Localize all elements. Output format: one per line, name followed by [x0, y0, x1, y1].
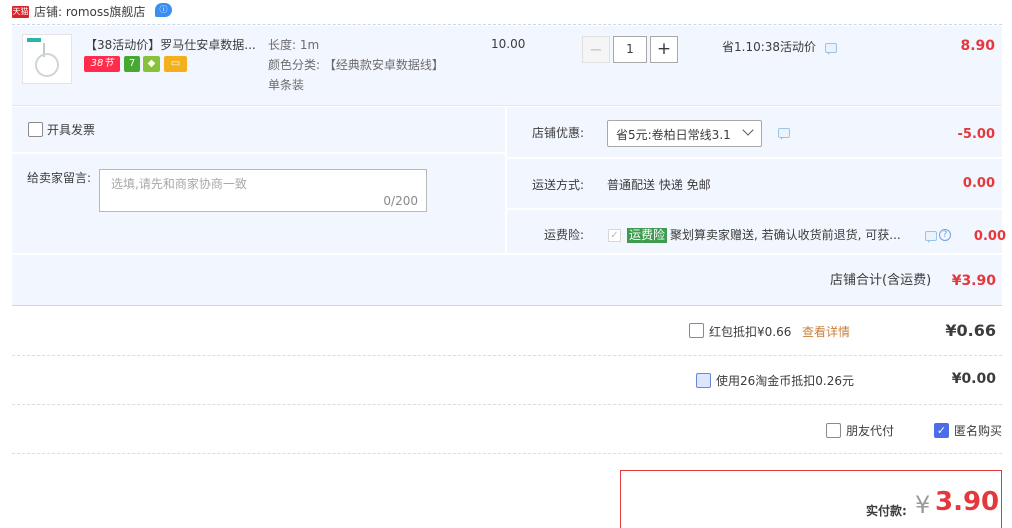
taobao-coins-checkbox[interactable] — [696, 373, 711, 388]
quantity-increase-button[interactable]: + — [650, 36, 678, 63]
attr-color: 颜色分类: 【经典款安卓数据线】 — [268, 58, 444, 72]
product-thumbnail[interactable] — [22, 34, 72, 84]
seven-day-return-badge: 7 — [124, 56, 140, 72]
item-subtotal: 8.90 — [960, 38, 995, 54]
store-total-amount: ¥3.90 — [951, 273, 996, 289]
help-icon[interactable]: ? — [939, 229, 951, 241]
store-name[interactable]: 店铺: romoss旗舰店 — [34, 4, 145, 20]
store-total-label: 店铺合计(含运费) — [830, 273, 932, 288]
cable-coil-icon — [35, 53, 59, 77]
shipping-label: 运送方式: — [532, 178, 585, 192]
insurance-info-icon[interactable] — [925, 231, 937, 243]
divider — [12, 404, 1002, 405]
chevron-down-icon — [742, 124, 754, 136]
insurance-amount: 0.00 — [973, 229, 1006, 244]
redpacket-label[interactable]: 红包抵扣¥0.66 — [709, 324, 791, 340]
coupon-selected-value: 省5元:卷柏日常线3.1 — [616, 128, 731, 142]
guarantee-badge-icon: ◆ — [143, 56, 160, 72]
unit-price: 10.00 — [491, 37, 526, 51]
promo-info-icon[interactable] — [825, 43, 837, 55]
anonymous-label[interactable]: 匿名购买 — [954, 423, 1002, 439]
tmall-logo: 天猫 — [12, 6, 29, 18]
quantity-decrease-button[interactable]: − — [582, 36, 610, 63]
invoice-label[interactable]: 开具发票 — [47, 122, 95, 138]
festival-38-badge: 38节 — [84, 56, 120, 72]
insurance-tag: 运费险 — [627, 228, 668, 243]
attr-pack: 单条装 — [268, 78, 305, 92]
shipping-amount: 0.00 — [962, 176, 995, 191]
invoice-checkbox[interactable] — [28, 122, 43, 137]
attr-length: 长度: 1m — [268, 38, 320, 52]
divider — [12, 355, 1002, 356]
seller-message-input[interactable]: 选填,请先和商家协商一致 0/200 — [99, 169, 427, 212]
insurance-description: 聚划算卖家赠送, 若确认收货前退货, 可获... — [670, 228, 901, 242]
insurance-checkbox: ✓ — [608, 229, 621, 242]
wangwang-chat-icon[interactable]: ⓘ — [155, 3, 172, 17]
taobao-coins-amount: ¥0.00 — [951, 371, 996, 387]
taobao-coins-label[interactable]: 使用26淘金币抵扣0.26元 — [716, 373, 854, 389]
brand-tag-icon — [27, 38, 41, 42]
anonymous-checkbox[interactable]: ✓ — [934, 423, 949, 438]
friend-pay-label[interactable]: 朋友代付 — [846, 423, 894, 439]
insurance-label: 运费险: — [544, 228, 585, 242]
item-promo-text: 省1.10:38活动价 — [722, 40, 817, 54]
payment-summary-box: 实付款: ¥ 3.90 — [620, 470, 1002, 528]
pay-amount: 3.90 — [935, 487, 1000, 517]
shipping-method: 普通配送 快递 免邮 — [607, 178, 711, 192]
friend-pay-checkbox[interactable] — [826, 423, 841, 438]
redpacket-details-link[interactable]: 查看详情 — [802, 324, 850, 340]
store-coupon-select[interactable]: 省5元:卷柏日常线3.1 — [607, 120, 762, 147]
quantity-input[interactable]: 1 — [613, 36, 647, 63]
message-char-count: 0/200 — [383, 194, 418, 208]
coupon-amount: -5.00 — [957, 127, 995, 142]
redpacket-amount: ¥0.66 — [945, 321, 996, 340]
pay-currency: ¥ — [915, 491, 931, 519]
divider — [12, 24, 1002, 25]
message-label: 给卖家留言: — [27, 171, 92, 185]
card-payment-badge-icon: ▭ — [164, 56, 187, 72]
coupon-info-icon[interactable] — [778, 128, 790, 140]
coupon-label: 店铺优惠: — [532, 126, 585, 140]
pay-label: 实付款: — [866, 504, 907, 518]
product-title[interactable]: 【38活动价】罗马仕安卓数据... — [85, 37, 256, 53]
redpacket-checkbox[interactable] — [689, 323, 704, 338]
message-placeholder: 选填,请先和商家协商一致 — [111, 177, 247, 191]
divider — [12, 453, 1002, 454]
